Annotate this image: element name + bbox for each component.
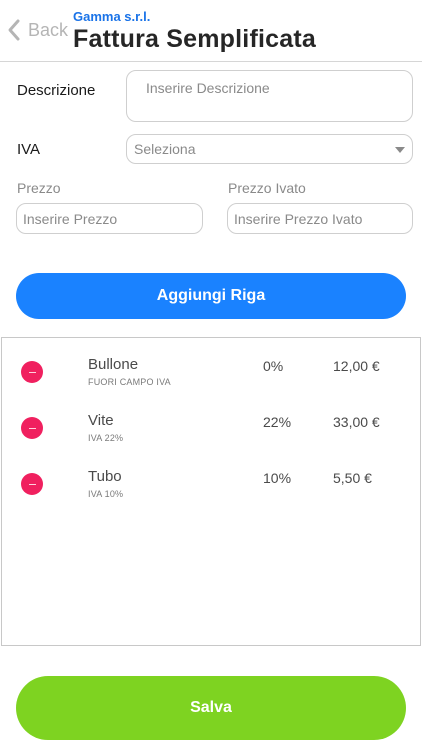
delete-row-icon[interactable] (21, 473, 43, 495)
list-item: Tubo IVA 10% 10% 5,50 € (2, 456, 420, 506)
nav-header: Back Gamma s.r.l. Fattura Semplificata (0, 0, 422, 62)
item-name: Vite (88, 412, 114, 429)
iva-label: IVA (17, 141, 41, 158)
item-iva-rate: 0% (263, 358, 284, 374)
prezzo-label: Prezzo (17, 180, 61, 196)
iva-select[interactable]: Seleziona (126, 134, 413, 164)
chevron-left-icon (8, 19, 20, 41)
item-price: 33,00 € (333, 414, 380, 430)
item-iva-note: FUORI CAMPO IVA (88, 377, 171, 387)
delete-row-icon[interactable] (21, 417, 43, 439)
iva-selected-value: Seleziona (134, 141, 196, 157)
item-name: Tubo (88, 468, 122, 485)
item-price: 5,50 € (333, 470, 372, 486)
list-item: Vite IVA 22% 22% 33,00 € (2, 400, 420, 450)
prezzo-input[interactable]: Inserire Prezzo (16, 203, 203, 234)
descrizione-label: Descrizione (17, 82, 96, 99)
prezzo-ivato-placeholder: Inserire Prezzo Ivato (234, 211, 363, 227)
descrizione-input[interactable]: Inserire Descrizione (126, 70, 413, 122)
back-button[interactable]: Back (6, 16, 68, 44)
delete-row-icon[interactable] (21, 361, 43, 383)
add-row-button[interactable]: Aggiungi Riga (16, 273, 406, 319)
item-iva-note: IVA 10% (88, 489, 124, 499)
prezzo-placeholder: Inserire Prezzo (23, 211, 118, 227)
item-name: Bullone (88, 356, 139, 373)
list-item: Bullone FUORI CAMPO IVA 0% 12,00 € (2, 344, 420, 394)
items-list: Bullone FUORI CAMPO IVA 0% 12,00 € Vite … (1, 337, 421, 646)
descrizione-placeholder: Inserire Descrizione (146, 80, 270, 96)
item-iva-note: IVA 22% (88, 433, 124, 443)
prezzo-ivato-input[interactable]: Inserire Prezzo Ivato (227, 203, 413, 234)
item-iva-rate: 22% (263, 414, 292, 430)
prezzo-ivato-label: Prezzo Ivato (228, 180, 306, 196)
caret-down-icon (395, 147, 405, 153)
item-iva-rate: 10% (263, 470, 292, 486)
back-label: Back (28, 19, 69, 40)
item-price: 12,00 € (333, 358, 380, 374)
save-button[interactable]: Salva (16, 676, 406, 740)
page-title: Fattura Semplificata (73, 25, 316, 53)
company-name: Gamma s.r.l. (73, 9, 151, 24)
